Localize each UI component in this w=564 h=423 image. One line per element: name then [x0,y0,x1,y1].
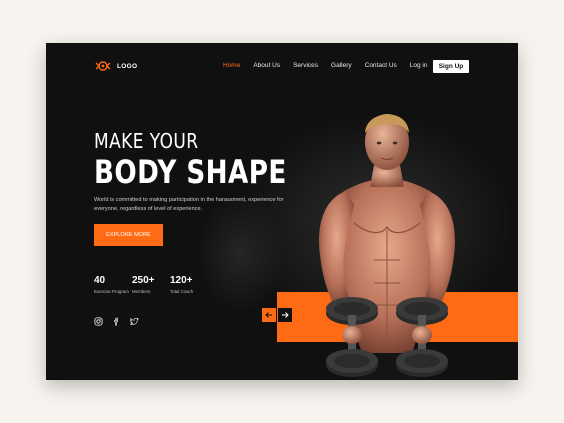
logo-text: LOGO [117,62,138,70]
nav-about-us[interactable]: About Us [253,62,280,69]
hero-description: World is committed to making participati… [94,197,284,212]
stat-members: 250+ Members [132,275,170,295]
stat-exercise: 40 Exercise Program [94,275,132,295]
stat-coach: 120+ Total Coach [170,275,208,295]
stat-label: Total Coach [170,289,194,294]
slider-prev-button[interactable] [262,308,276,322]
stat-number: 120+ [170,275,193,286]
explore-more-button[interactable]: EXPLORE MORE [94,224,163,246]
main-nav: Home About Us Services Gallery Contact U… [223,62,428,69]
logo[interactable]: LOGO [94,59,137,73]
nav-home[interactable]: Home [223,62,240,69]
nav-gallery[interactable]: Gallery [331,62,352,69]
stats-row: 40 Exercise Program 250+ Members 120+ To… [94,275,208,295]
slider-next-button[interactable] [278,308,292,322]
sign-up-button[interactable]: Sign Up [433,60,469,73]
hero-title-line2: BODY SHAPE [94,153,287,191]
athlete-image [319,114,455,380]
nav-log-in[interactable]: Log in [410,62,428,69]
arrow-left-icon [265,312,272,318]
stat-label: Exercise Program [94,289,129,294]
stat-number: 40 [94,275,106,286]
stat-number: 250+ [132,275,155,286]
twitter-icon[interactable] [130,317,139,326]
slider-controls [262,308,292,322]
instagram-icon[interactable] [94,317,103,326]
nav-services[interactable]: Services [293,62,318,69]
arrow-right-icon [282,312,289,318]
logo-mark-icon [95,61,111,71]
nav-contact-us[interactable]: Contact Us [365,62,397,69]
hero-frame: LOGO Home About Us Services Gallery Cont… [46,43,518,380]
stat-label: Members [132,289,151,294]
hero-title-line1: MAKE YOUR [94,129,199,153]
social-links [94,317,139,326]
facebook-icon[interactable] [112,317,121,326]
